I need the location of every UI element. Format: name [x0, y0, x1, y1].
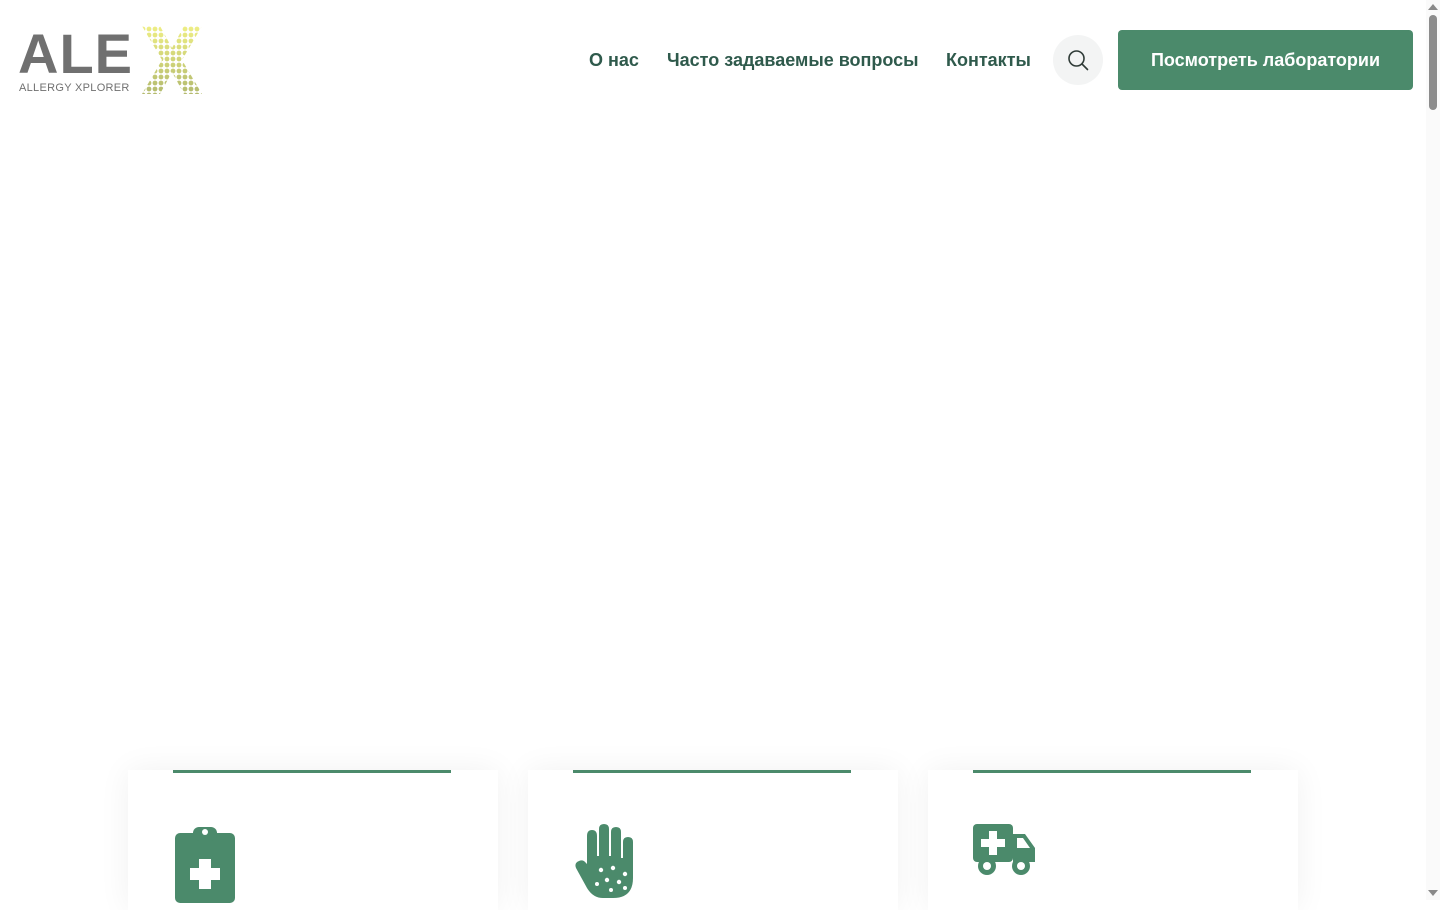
page-scrollbar[interactable] [1426, 0, 1440, 900]
scroll-down-arrow-icon[interactable] [1428, 890, 1438, 896]
logo-x-mark [142, 26, 202, 94]
feature-card-3 [928, 770, 1298, 910]
search-icon [1068, 50, 1089, 71]
ambulance-icon [973, 824, 1035, 875]
hand-allergy-icon [575, 824, 633, 898]
feature-card-2 [528, 770, 898, 910]
card-accent-line [573, 770, 851, 773]
nav-link-about[interactable]: О нас [589, 30, 639, 90]
search-button[interactable] [1053, 35, 1103, 85]
logo-tagline: ALLERGY XPLORER [19, 82, 130, 94]
nav-link-faq[interactable]: Часто задаваемые вопросы [667, 30, 919, 90]
logo[interactable]: ALE ALLERGY XPLORER [18, 26, 204, 96]
logo-wordmark: ALE [18, 22, 133, 85]
feature-card-1 [128, 770, 498, 910]
site-header: ALE ALLERGY XPLORER О нас Часто задаваем… [0, 0, 1426, 120]
nav-link-contacts[interactable]: Контакты [946, 30, 1031, 90]
card-accent-line [173, 770, 451, 773]
scroll-thumb[interactable] [1429, 15, 1437, 110]
view-laboratories-button[interactable]: Посмотреть лаборатории [1118, 30, 1413, 90]
clipboard-medical-icon [175, 827, 235, 903]
scroll-up-arrow-icon[interactable] [1428, 4, 1438, 10]
card-accent-line [973, 770, 1251, 773]
